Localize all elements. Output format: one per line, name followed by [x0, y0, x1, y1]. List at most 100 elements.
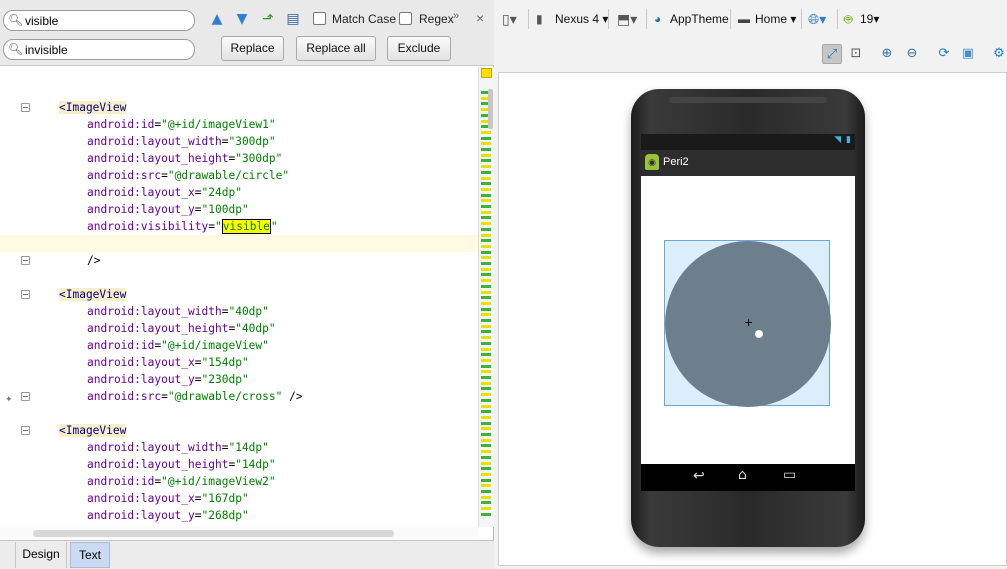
code-line[interactable]: android:layout_height="300dp": [0, 150, 478, 167]
design-canvas[interactable]: ◥ ▮ ◉ Peri2 + ↩ ⌂ ▭: [498, 72, 1007, 566]
code-line[interactable]: android:layout_x="24dp": [0, 184, 478, 201]
dot-image[interactable]: [755, 330, 763, 338]
horizontal-scrollbar[interactable]: [33, 530, 394, 537]
recents-icon[interactable]: ▭: [783, 467, 796, 483]
api-level-selector[interactable]: 19▾: [860, 10, 879, 28]
stripe-marker[interactable]: [481, 353, 491, 357]
fold-toggle-icon[interactable]: [21, 256, 30, 265]
stripe-marker[interactable]: [481, 484, 491, 488]
code-line[interactable]: [0, 269, 478, 286]
stripe-marker[interactable]: [481, 170, 491, 174]
code-line[interactable]: android:layout_x="167dp": [0, 490, 478, 507]
stripe-marker[interactable]: [481, 130, 491, 134]
stripe-marker[interactable]: [481, 284, 491, 288]
fold-toggle-icon[interactable]: [21, 290, 30, 299]
stripe-marker[interactable]: [481, 478, 491, 482]
stripe-marker[interactable]: [481, 216, 491, 220]
configuration-icon[interactable]: ▯▾: [502, 10, 517, 28]
stripe-marker[interactable]: [481, 507, 491, 511]
code-line[interactable]: android:layout_y="230dp": [0, 371, 478, 388]
refresh-icon[interactable]: ⟳: [934, 44, 954, 64]
tab-design[interactable]: Design: [15, 542, 67, 568]
stripe-marker[interactable]: [481, 233, 491, 237]
code-line[interactable]: android:layout_y="268dp": [0, 507, 478, 524]
stripe-marker[interactable]: [481, 364, 491, 368]
stripe-marker[interactable]: [481, 461, 491, 465]
stripe-marker[interactable]: [481, 336, 491, 340]
fold-toggle-icon[interactable]: [21, 392, 30, 401]
zoom-to-fit-icon[interactable]: ⤢: [822, 44, 842, 64]
stripe-marker[interactable]: [481, 370, 491, 374]
code-editor[interactable]: <ImageView android:id="@+id/imageView1" an…: [0, 67, 478, 527]
locale-globe-icon[interactable]: 🌐︎▾: [808, 10, 826, 28]
stripe-marker[interactable]: [481, 193, 491, 197]
code-line[interactable]: android:layout_width="40dp": [0, 303, 478, 320]
code-line[interactable]: android:layout_height="40dp": [0, 320, 478, 337]
selected-imageview[interactable]: +: [664, 240, 831, 407]
stripe-marker[interactable]: [481, 176, 491, 180]
stripe-marker[interactable]: [481, 187, 491, 191]
code-line[interactable]: <ImageView: [0, 422, 478, 439]
stripe-marker[interactable]: [481, 410, 491, 414]
stripe-marker[interactable]: [481, 387, 491, 391]
stripe-marker[interactable]: [481, 472, 491, 476]
stripe-marker[interactable]: [481, 381, 491, 385]
code-line[interactable]: android:id="@+id/imageView": [0, 337, 478, 354]
stripe-marker[interactable]: [481, 341, 491, 345]
stripe-marker[interactable]: [481, 313, 491, 317]
code-line[interactable]: android:src="@drawable/cross" />: [0, 388, 478, 405]
stripe-marker[interactable]: [481, 262, 491, 265]
stripe-marker[interactable]: [481, 301, 491, 305]
inspection-status-icon[interactable]: [481, 68, 492, 78]
code-line[interactable]: android:layout_y="100dp": [0, 201, 478, 218]
activity-icon[interactable]: ▬: [738, 10, 750, 28]
stripe-marker[interactable]: [481, 398, 491, 402]
stripe-marker[interactable]: [481, 165, 491, 169]
stripe-marker[interactable]: [481, 438, 491, 442]
tab-text[interactable]: Text: [70, 542, 110, 568]
code-line[interactable]: android:layout_width="14dp": [0, 439, 478, 456]
code-line[interactable]: <ImageView: [0, 286, 478, 303]
next-occurrence-icon[interactable]: ▼: [233, 10, 251, 28]
code-line[interactable]: android:layout_width="300dp": [0, 133, 478, 150]
stripe-marker[interactable]: [481, 404, 491, 408]
stripe-marker[interactable]: [481, 512, 491, 516]
code-line[interactable]: <ImageView: [0, 99, 478, 116]
stripe-marker[interactable]: [481, 501, 491, 505]
previous-occurrence-icon[interactable]: ▲: [208, 10, 226, 28]
exclude-button[interactable]: Exclude: [387, 36, 451, 61]
actual-size-icon[interactable]: ⊡: [846, 44, 866, 64]
replace-button[interactable]: Replace: [221, 36, 284, 61]
stripe-marker[interactable]: [481, 199, 491, 203]
zoom-in-icon[interactable]: ⊕: [877, 44, 897, 64]
code-line[interactable]: android:layout_x="154dp": [0, 354, 478, 371]
stripe-marker[interactable]: [481, 148, 491, 151]
code-line[interactable]: android:src="@drawable/circle": [0, 167, 478, 184]
stripe-marker[interactable]: [481, 455, 491, 459]
orientation-icon[interactable]: ⬒▾: [617, 10, 637, 28]
regex-label[interactable]: Regex: [419, 12, 454, 26]
search-icon[interactable]: 🔍︎: [8, 42, 24, 57]
stripe-marker[interactable]: [481, 347, 491, 351]
stripe-marker[interactable]: [481, 421, 491, 425]
code-line[interactable]: />: [0, 252, 478, 269]
code-line[interactable]: android:id="@+id/imageView1": [0, 116, 478, 133]
stripe-marker[interactable]: [481, 279, 491, 283]
back-icon[interactable]: ↩: [693, 468, 705, 484]
match-case-checkbox[interactable]: [313, 12, 326, 25]
close-icon[interactable]: ×: [476, 10, 484, 26]
activity-selector[interactable]: Home ▾: [755, 10, 796, 28]
activity-content[interactable]: +: [641, 176, 855, 464]
stripe-marker[interactable]: [481, 256, 491, 260]
theme-icon[interactable]: ◕: [654, 10, 661, 28]
replace-value[interactable]: invisible: [25, 43, 68, 57]
stripe-marker[interactable]: [481, 393, 491, 397]
stripe-marker[interactable]: [481, 273, 491, 277]
cross-image[interactable]: +: [744, 317, 753, 328]
theme-selector[interactable]: AppTheme: [670, 10, 729, 28]
match-case-label[interactable]: Match Case: [332, 12, 396, 26]
screenshot-camera-icon[interactable]: ▣: [958, 44, 978, 64]
stripe-marker[interactable]: [481, 250, 491, 254]
code-line[interactable]: [0, 405, 478, 422]
stripe-marker[interactable]: [481, 136, 491, 140]
